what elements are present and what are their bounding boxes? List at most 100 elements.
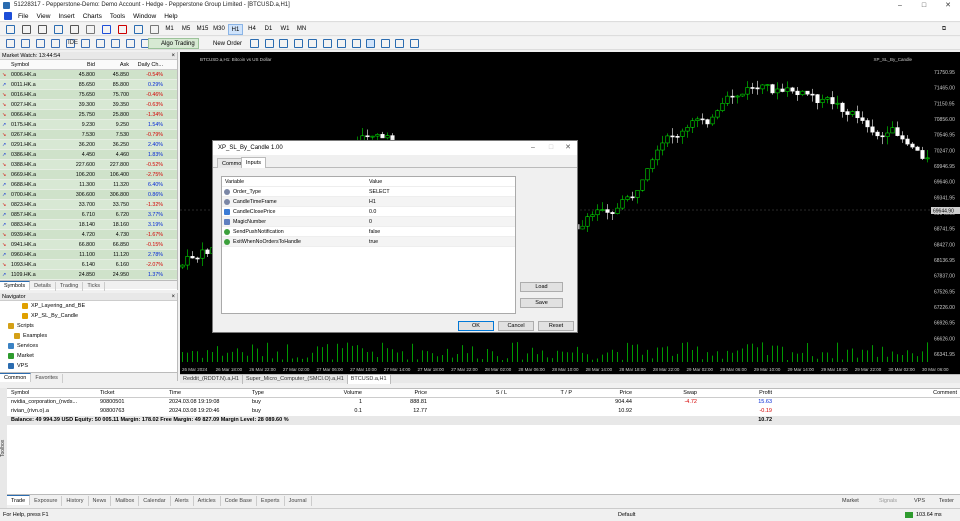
text-icon[interactable]	[118, 25, 127, 34]
param-value[interactable]: true	[369, 237, 378, 247]
templates-icon[interactable]	[36, 39, 45, 48]
chart-tab[interactable]: Reddit_(RDDT.N).a,H1	[180, 375, 243, 384]
trade-col-header[interactable]: Price	[619, 389, 632, 398]
close-icon[interactable]: ×	[171, 293, 175, 301]
fibonacci-icon[interactable]	[102, 25, 111, 34]
menu-file[interactable]: File	[14, 11, 32, 22]
market-watch-row[interactable]: ↘ 0823.HK.a 33.700 33.750 -1.32%	[0, 200, 177, 210]
market-watch-row[interactable]: ↗ 0857.HK.a 6.710 6.720 3.77%	[0, 210, 177, 220]
menu-window[interactable]: Window	[129, 11, 160, 22]
cancel-button[interactable]: Cancel	[498, 321, 534, 331]
line-chart-icon[interactable]	[279, 39, 288, 48]
input-param-row[interactable]: Order_Type SELECT	[222, 187, 515, 197]
tab-inputs[interactable]: Inputs	[241, 157, 266, 168]
tab-tester[interactable]: Tester	[939, 496, 954, 506]
col-bid[interactable]: Bid	[87, 60, 95, 70]
market-watch-row[interactable]: ↘ 0941.HK.a 66.800 66.850 -0.15%	[0, 240, 177, 250]
menu-view[interactable]: View	[32, 11, 54, 22]
close-icon[interactable]: ×	[171, 52, 175, 60]
indicators-icon[interactable]	[21, 39, 30, 48]
timeframe-m5[interactable]: M5	[179, 24, 194, 35]
ok-button[interactable]: OK	[458, 321, 494, 331]
param-value[interactable]: 0	[369, 217, 372, 227]
bookmarks-icon[interactable]	[81, 39, 90, 48]
input-param-row[interactable]: MagicNumber 0	[222, 217, 515, 227]
tab-ticks[interactable]: Ticks	[83, 282, 105, 291]
trade-col-header[interactable]: Price	[414, 389, 427, 398]
market-watch-row[interactable]: ↘ 0669.HK.a 106.200 106.400 -2.75%	[0, 170, 177, 180]
vertical-line-icon[interactable]	[38, 25, 47, 34]
candles-icon[interactable]	[264, 39, 274, 48]
restore-icon[interactable]: ⧉	[932, 24, 956, 35]
maximize-button[interactable]: □	[912, 0, 936, 11]
app-menu-icon[interactable]	[4, 12, 12, 20]
input-param-row[interactable]: SendPushNotification false	[222, 227, 515, 237]
tab-common[interactable]: Common	[0, 373, 32, 382]
reset-button[interactable]: Reset	[538, 321, 574, 331]
market-watch-row[interactable]: ↘ 0066.HK.a 25.750 25.800 -1.34%	[0, 110, 177, 120]
crosshair-icon[interactable]	[22, 25, 31, 34]
col-symbol[interactable]: Symbol	[11, 60, 29, 70]
trade-col-header[interactable]: Time	[169, 389, 181, 398]
horizontal-line-icon[interactable]	[54, 25, 63, 34]
tab-journal[interactable]: Journal	[285, 496, 312, 506]
shift-icon[interactable]	[366, 39, 375, 48]
market-watch-row[interactable]: ↗ 0883.HK.a 18.140 18.160 3.19%	[0, 220, 177, 230]
tab-trade[interactable]: Trade	[7, 495, 31, 505]
timeframe-m15[interactable]: M15	[195, 24, 210, 35]
market-watch-row[interactable]: ↘ 0939.HK.a 4.720 4.730 -1.67%	[0, 230, 177, 240]
market-watch-row[interactable]: ↘ 0027.HK.a 39.300 39.350 -0.63%	[0, 100, 177, 110]
timeframe-h1[interactable]: H1	[228, 24, 243, 35]
tab-symbols[interactable]: Symbols	[0, 281, 31, 290]
shapes-icon[interactable]	[134, 25, 143, 34]
cursor-icon[interactable]	[6, 25, 15, 34]
chart-tab[interactable]: Super_Micro_Computer_(SMCI.O).a,H1	[243, 375, 348, 384]
col-daily-change[interactable]: Daily Ch...	[138, 60, 163, 70]
more-tools-icon[interactable]	[150, 25, 159, 34]
timeframe-h4[interactable]: H4	[245, 24, 260, 35]
trade-col-header[interactable]: T / P	[560, 389, 572, 398]
navigator-item-examples[interactable]: Examples	[0, 331, 177, 341]
market-watch-row[interactable]: ↘ 0267.HK.a 7.530 7.530 -0.79%	[0, 130, 177, 140]
timeframe-m30[interactable]: M30	[212, 24, 227, 35]
trade-col-header[interactable]: Profit	[759, 389, 772, 398]
tab-signals[interactable]: Signals	[879, 496, 897, 506]
algo-trading-button[interactable]: Algo Trading	[148, 38, 199, 49]
param-value[interactable]: false	[369, 227, 380, 237]
tab-vps[interactable]: VPS	[914, 496, 925, 506]
market-watch-row[interactable]: ↗ 0175.HK.a 9.230 9.250 1.54%	[0, 120, 177, 130]
menu-charts[interactable]: Charts	[79, 11, 106, 22]
timeframe-m1[interactable]: M1	[162, 24, 177, 35]
vps-icon[interactable]	[126, 39, 135, 48]
market-watch-row[interactable]: ↗ 0291.HK.a 36.200 36.250 2.40%	[0, 140, 177, 150]
market-watch-row[interactable]: ↘ 1093.HK.a 6.140 6.160 -2.07%	[0, 260, 177, 270]
input-param-row[interactable]: CandleClosePrice 0.0	[222, 207, 515, 217]
market-watch-row[interactable]: ↗ 0960.HK.a 11.100 11.120 2.78%	[0, 250, 177, 260]
menu-help[interactable]: Help	[160, 11, 181, 22]
chart-type-icon[interactable]	[6, 39, 15, 48]
tab-experts[interactable]: Experts	[257, 496, 285, 506]
market-watch-row[interactable]: ↗ 0688.HK.a 11.300 11.320 6.40%	[0, 180, 177, 190]
tab-code-base[interactable]: Code Base	[221, 496, 257, 506]
trade-col-header[interactable]: Comment	[933, 389, 957, 398]
input-param-row[interactable]: CandleTimeFrame H1	[222, 197, 515, 207]
scroll-icon[interactable]	[337, 39, 346, 48]
tab-mailbox[interactable]: Mailbox	[111, 496, 140, 506]
market-watch-row[interactable]: ↘ 0006.HK.a 45.800 45.850 -0.54%	[0, 70, 177, 80]
param-value[interactable]: H1	[369, 197, 376, 207]
ide-label[interactable]: IDE	[66, 38, 80, 49]
navigator-item-xp-sl-by-candle[interactable]: XP_SL_By_Candle	[0, 311, 177, 321]
market-watch-row[interactable]: ↗ 0386.HK.a 4.450 4.460 1.83%	[0, 150, 177, 160]
zoom-in-icon[interactable]	[293, 39, 303, 48]
trade-col-header[interactable]: Symbol	[11, 389, 29, 398]
trade-col-header[interactable]: Swap	[683, 389, 697, 398]
close-icon[interactable]: ✕	[560, 141, 576, 155]
new-order-button[interactable]: New Order	[200, 38, 246, 49]
tab-articles[interactable]: Articles	[194, 496, 221, 506]
screenshot-icon[interactable]	[409, 39, 419, 48]
market-watch-row[interactable]: ↗ 0011.HK.a 85.650 85.800 0.29%	[0, 80, 177, 90]
period-sep-icon[interactable]	[395, 39, 404, 48]
market-watch-row[interactable]: ↘ 0388.HK.a 227.600 227.800 -0.52%	[0, 160, 177, 170]
market-watch-row[interactable]: ↗ 0700.HK.a 306.600 306.800 0.86%	[0, 190, 177, 200]
save-button[interactable]: Save	[520, 298, 563, 308]
